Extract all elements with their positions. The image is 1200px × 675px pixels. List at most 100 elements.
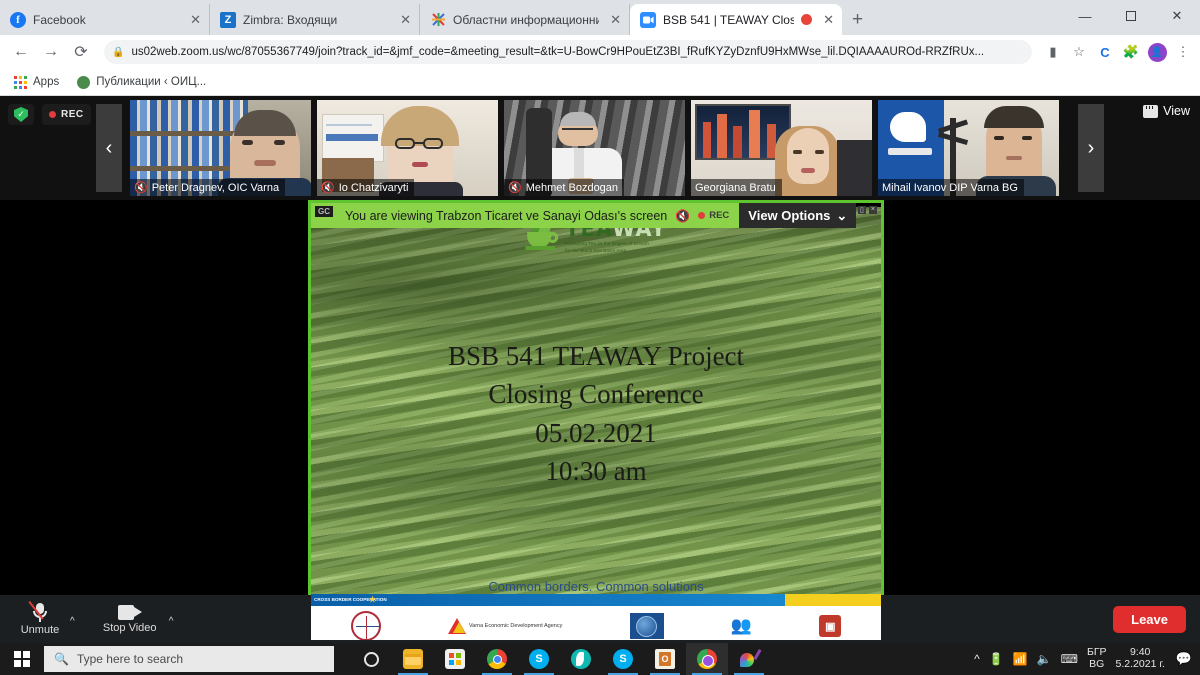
bookmark-publikacii-oic[interactable]: Публикации ‹ ОИЦ... [71, 75, 212, 89]
bookmark-apps[interactable]: Apps [8, 75, 65, 89]
participant-tile[interactable]: 🔇 Peter Dragnev, OIC Varna [130, 100, 311, 196]
window-close-button[interactable]: ✕ [1154, 0, 1200, 32]
tab-close-icon[interactable]: ✕ [819, 12, 834, 28]
participant-tile[interactable]: 🔇 Mehmet Bozdogan [504, 100, 685, 196]
wifi-icon[interactable]: 📶 [1013, 652, 1028, 666]
tab-recording-indicator-icon [801, 14, 813, 25]
window-minimize-button[interactable]: — [1062, 0, 1108, 32]
file-explorer-icon[interactable] [392, 643, 434, 675]
chrome-extension-c-icon[interactable]: C [1092, 39, 1118, 65]
browser-tab-zoom-active[interactable]: BSB 541 | TEAWAY Closing C ✕ [630, 4, 842, 35]
clock[interactable]: 9:40 5.2.2021 г. [1115, 646, 1165, 671]
browser-teal-icon[interactable] [560, 643, 602, 675]
stop-video-label: Stop Video [102, 621, 157, 634]
participant-tile[interactable]: Mihail Ivanov DIP Varna BG [878, 100, 1059, 196]
globe-icon [77, 75, 91, 89]
people-logo: 👥 [730, 616, 753, 635]
paint-icon[interactable] [728, 643, 770, 675]
participant-name: Mehmet Bozdogan [525, 181, 619, 194]
keyboard-icon[interactable]: ⌨ [1061, 652, 1078, 666]
tab-title: Областни информационни цен [453, 12, 600, 27]
volume-icon[interactable]: 🔈 [1037, 652, 1052, 666]
zoom-icon [640, 11, 656, 28]
audio-options-chevron-icon[interactable]: ^ [70, 616, 75, 627]
mic-off-icon: 🔇 [321, 182, 335, 194]
logo-tagline-2: for the Black Sea Basin Area [565, 247, 627, 253]
taskbar-app-buttons: S S O [342, 643, 770, 675]
new-tab-button[interactable]: + [842, 9, 873, 35]
video-options-chevron-icon[interactable]: ^ [169, 616, 174, 627]
microsoft-store-icon[interactable] [434, 643, 476, 675]
slide-title-block: BSB 541 TEAWAY Project Closing Conferenc… [311, 337, 881, 490]
clock-date: 5.2.2021 г. [1115, 658, 1165, 670]
shared-screen-container: GC ▯ × You are viewing Trabzon Ticaret v… [308, 200, 884, 643]
recording-badge[interactable]: REC [42, 104, 91, 125]
menu-kebab-icon[interactable]: ⋮ [1170, 39, 1196, 65]
tab-close-icon[interactable]: ✕ [186, 12, 201, 28]
varna-logo-text: Varna Economic Development Agency [468, 622, 563, 629]
cortana-icon[interactable] [350, 643, 392, 675]
share-recording-indicator: REC [698, 210, 729, 221]
participant-filmstrip: ✓ REC ‹ › View 🔇 Peter Dragnev, OIC Varn… [0, 96, 1200, 200]
oic-icon [430, 12, 446, 28]
stop-video-button[interactable]: Stop Video [97, 595, 163, 643]
google-chrome-icon[interactable] [476, 643, 518, 675]
tray-expand-chevron-icon[interactable]: ^ [974, 652, 980, 666]
participant-tile[interactable]: Georgiana Bratu [691, 100, 872, 196]
encryption-shield-icon[interactable]: ✓ [8, 104, 34, 125]
view-button[interactable]: View [1143, 104, 1190, 118]
view-options-label: View Options [748, 208, 831, 223]
mute-button[interactable]: Unmute [14, 595, 66, 643]
red-institute-logo: ▣ [819, 610, 842, 640]
participant-tile[interactable]: 🔇 Io Chatzivaryti [317, 100, 498, 196]
battery-icon[interactable]: 🔋 [989, 652, 1004, 666]
varna-economic-development-agency-logo: Varna Economic Development Agency [447, 610, 563, 640]
participant-name: Peter Dragnev, OIC Varna [151, 181, 280, 194]
browser-tab-zimbra[interactable]: Z Zimbra: Входящи ✕ [210, 4, 420, 35]
shared-close-icon[interactable]: × [868, 206, 877, 214]
view-grid-icon [1143, 104, 1159, 118]
system-tray: ^ 🔋 📶 🔈 ⌨ БГР BG 9:40 5.2.2021 г. 💬 [974, 646, 1200, 671]
language-indicator[interactable]: БГР BG [1087, 646, 1107, 671]
shared-window-controls[interactable]: ▯ × [858, 206, 877, 214]
zoom-meeting-window: ✓ REC ‹ › View 🔇 Peter Dragnev, OIC Varn… [0, 96, 1200, 643]
tab-close-icon[interactable]: ✕ [606, 12, 621, 28]
leave-meeting-button[interactable]: Leave [1113, 605, 1186, 633]
media-cast-icon[interactable]: ▮ [1040, 39, 1066, 65]
bookmark-label: Apps [33, 76, 60, 88]
action-center-icon[interactable]: 💬 [1174, 651, 1192, 667]
skype-icon[interactable]: S [518, 643, 560, 675]
reload-button[interactable]: ⟳ [66, 37, 96, 67]
browser-tab-oic[interactable]: Областни информационни цен ✕ [420, 4, 630, 35]
mute-button-label: Unmute [20, 624, 60, 636]
chevron-down-icon: ⌄ [836, 207, 848, 223]
bookmark-star-icon[interactable]: ☆ [1066, 39, 1092, 65]
mic-off-icon: 🔇 [134, 182, 148, 194]
tab-close-icon[interactable]: ✕ [396, 12, 411, 28]
view-options-button[interactable]: View Options ⌄ [739, 203, 857, 228]
mic-off-icon: 🔇 [508, 182, 522, 194]
cross-border-cooperation-label: CROSS BORDER COOPERATION ★ [311, 594, 785, 606]
windows-start-button[interactable] [0, 643, 44, 675]
taskbar-search-input[interactable]: 🔍 Type here to search [44, 646, 334, 672]
outlook-icon[interactable]: O [644, 643, 686, 675]
chrome-active-icon[interactable] [686, 643, 728, 675]
address-bar-url: us02web.zoom.us/wc/87055367749/join?trac… [131, 46, 985, 58]
back-button[interactable]: ← [6, 37, 36, 67]
tab-title: Facebook [33, 12, 86, 27]
filmstrip-prev-button[interactable]: ‹ [96, 104, 122, 192]
record-dot-icon [698, 212, 706, 219]
filmstrip-next-button[interactable]: › [1078, 104, 1104, 192]
search-icon: 🔍 [54, 652, 69, 666]
apps-grid-icon [14, 75, 27, 89]
forward-button[interactable]: → [36, 37, 66, 67]
participant-name: Georgiana Bratu [695, 181, 776, 194]
address-bar[interactable]: 🔒 us02web.zoom.us/wc/87055367749/join?tr… [104, 40, 1032, 64]
lock-icon: 🔒 [112, 46, 125, 58]
window-maximize-button[interactable] [1108, 0, 1154, 32]
shared-minimize-icon[interactable]: ▯ [858, 206, 866, 214]
profile-avatar-icon[interactable]: 👤 [1144, 39, 1170, 65]
skype-business-icon[interactable]: S [602, 643, 644, 675]
browser-tab-facebook[interactable]: f Facebook ✕ [0, 4, 210, 35]
extensions-puzzle-icon[interactable]: 🧩 [1118, 39, 1144, 65]
